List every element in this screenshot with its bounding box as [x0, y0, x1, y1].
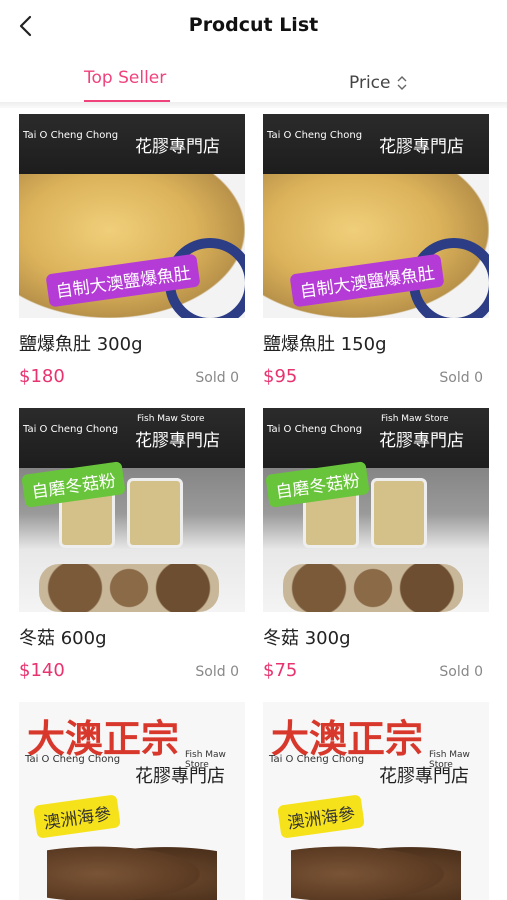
product-card[interactable]: Tai O Cheng Chong Fish Maw Store 花膠專門店 自…: [263, 408, 489, 681]
product-card[interactable]: Tai O Cheng Chong Fish Maw Store 花膠專門店 自…: [19, 408, 245, 681]
brand-banner: Tai O Cheng Chong Fish Maw Store 花膠專門店: [263, 408, 489, 468]
brand-en-sub: Tai O Cheng Chong: [269, 754, 365, 765]
product-sold: Sold 0: [195, 370, 239, 386]
product-name: 鹽爆魚肚 150g: [263, 334, 387, 355]
product-price: $75: [263, 660, 298, 681]
product-sold: Sold 0: [195, 664, 239, 680]
brand-en-sub: Tai O Cheng Chong: [25, 754, 121, 765]
brand-store-cn: 花膠專門店: [379, 766, 469, 787]
product-name: 冬菇 300g: [263, 628, 351, 649]
brand-store-cn: 花膠專門店: [379, 137, 464, 157]
sort-tabs: Top Seller Price: [0, 56, 507, 104]
brand-store-cn: 花膠專門店: [135, 766, 225, 787]
brand-banner: 大澳正宗 Tai O Cheng Chong Fish Maw Store 花膠…: [263, 702, 489, 802]
product-sold: Sold 0: [439, 370, 483, 386]
jar: [371, 478, 427, 548]
product-card[interactable]: Tai O Cheng Chong 花膠專門店 自制大澳鹽爆魚肚 鹽爆魚肚 15…: [263, 114, 489, 387]
brand-en-sub: Tai O Cheng Chong: [23, 424, 119, 435]
brand-en-sub: Tai O Cheng Chong: [267, 424, 363, 435]
product-image: Tai O Cheng Chong Fish Maw Store 花膠專門店 自…: [19, 408, 245, 612]
product-image: Tai O Cheng Chong 花膠專門店 自制大澳鹽爆魚肚: [263, 114, 489, 318]
brand-store-cn: 花膠專門店: [135, 137, 220, 157]
tab-price[interactable]: Price: [349, 68, 408, 98]
brand-en-store: Fish Maw Store: [381, 414, 449, 424]
page-title: Prodcut List: [188, 14, 319, 36]
mushrooms: [39, 564, 219, 612]
brand-banner: 大澳正宗 Tai O Cheng Chong Fish Maw Store 花膠…: [19, 702, 245, 802]
product-name: 鹽爆魚肚 300g: [19, 334, 143, 355]
brand-en-sub: Tai O Cheng Chong: [267, 130, 363, 141]
sort-icon: [397, 76, 407, 90]
brand-banner: Tai O Cheng Chong Fish Maw Store 花膠專門店: [19, 408, 245, 468]
product-price: $180: [19, 366, 65, 387]
product-card[interactable]: Tai O Cheng Chong 花膠專門店 自制大澳鹽爆魚肚 鹽爆魚肚 30…: [19, 114, 245, 387]
brand-store-cn: 花膠專門店: [379, 431, 464, 451]
mushrooms: [283, 564, 463, 612]
brand-en-store: Fish Maw Store: [137, 414, 205, 424]
product-image: 大澳正宗 Tai O Cheng Chong Fish Maw Store 花膠…: [19, 702, 245, 900]
jar: [127, 478, 183, 548]
product-card[interactable]: 大澳正宗 Tai O Cheng Chong Fish Maw Store 花膠…: [263, 702, 489, 900]
tab-top-seller[interactable]: Top Seller: [84, 68, 166, 98]
brand-store-cn: 花膠專門店: [135, 431, 220, 451]
sea-cucumbers: [291, 842, 461, 900]
product-card[interactable]: 大澳正宗 Tai O Cheng Chong Fish Maw Store 花膠…: [19, 702, 245, 900]
header: Prodcut List: [0, 0, 507, 56]
product-sold: Sold 0: [439, 664, 483, 680]
product-name: 冬菇 600g: [19, 628, 107, 649]
product-price: $95: [263, 366, 298, 387]
product-image: Tai O Cheng Chong 花膠專門店 自制大澳鹽爆魚肚: [19, 114, 245, 318]
tab-price-label: Price: [349, 73, 391, 93]
product-price: $140: [19, 660, 65, 681]
sea-cucumbers: [47, 842, 217, 900]
brand-banner: Tai O Cheng Chong 花膠專門店: [19, 114, 245, 174]
brand-en-sub: Tai O Cheng Chong: [23, 130, 119, 141]
product-image: Tai O Cheng Chong Fish Maw Store 花膠專門店 自…: [263, 408, 489, 612]
product-image: 大澳正宗 Tai O Cheng Chong Fish Maw Store 花膠…: [263, 702, 489, 900]
divider: [0, 102, 507, 108]
brand-banner: Tai O Cheng Chong 花膠專門店: [263, 114, 489, 174]
